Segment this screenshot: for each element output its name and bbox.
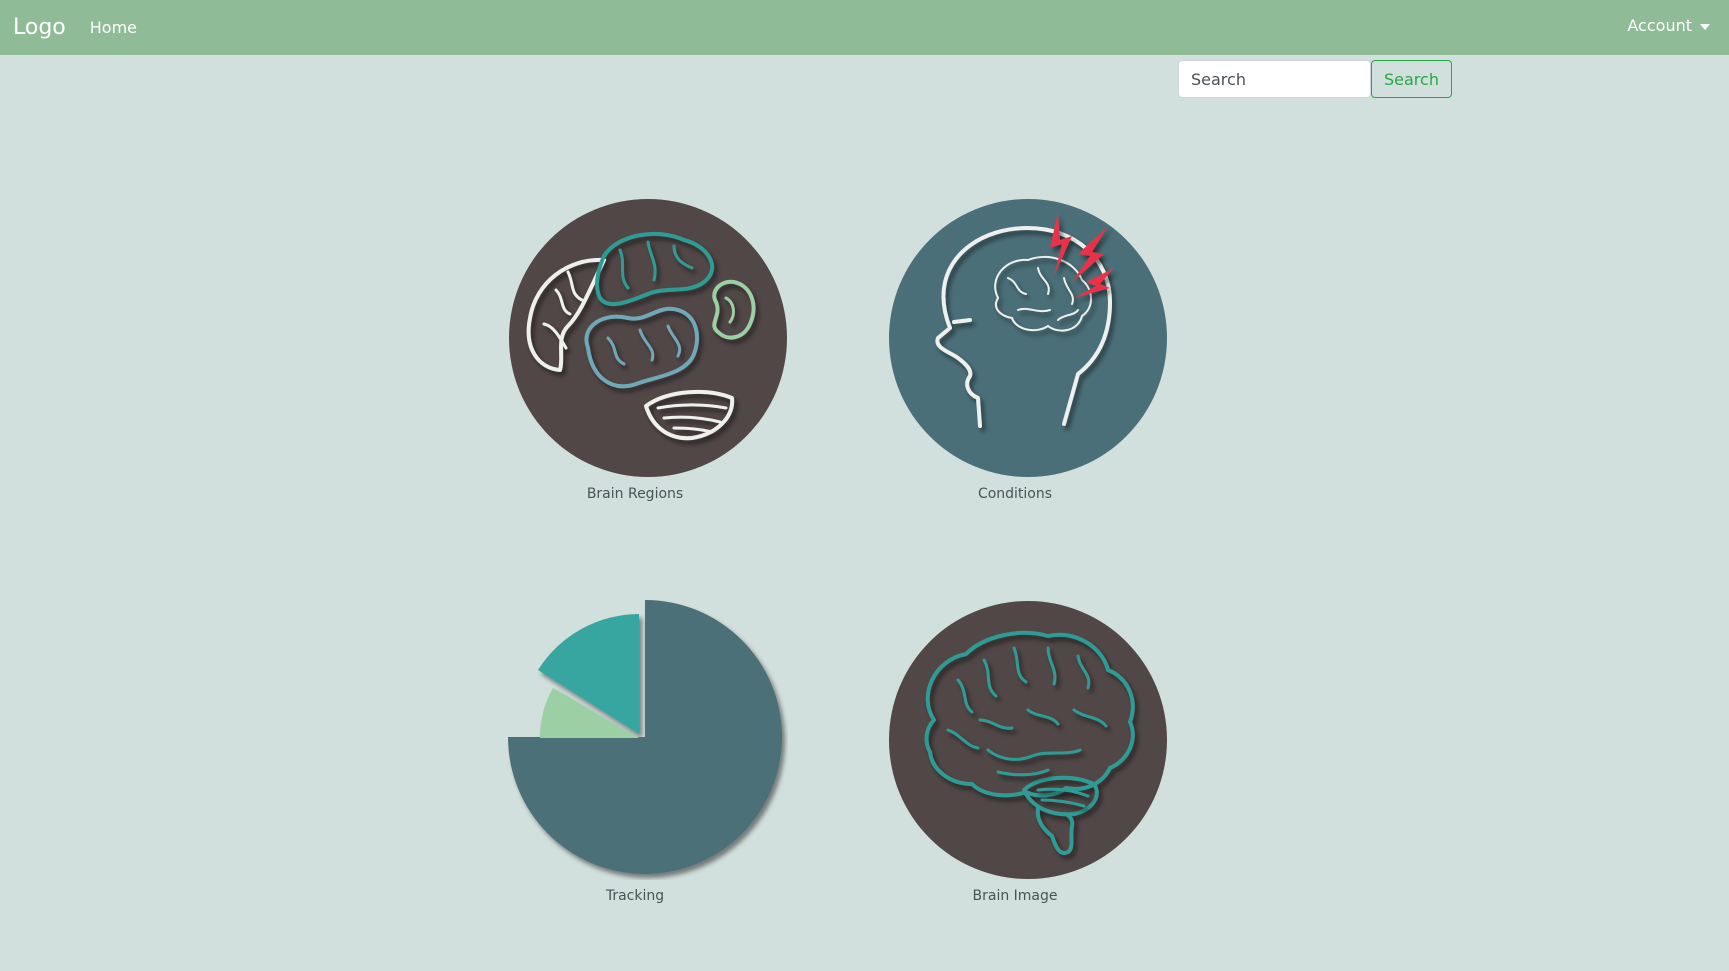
- pie-chart-icon: [508, 600, 782, 874]
- brain-icon: [889, 601, 1167, 879]
- search-button[interactable]: Search: [1371, 60, 1452, 98]
- tile-conditions[interactable]: Conditions: [888, 198, 1168, 502]
- tile-label: Tracking: [605, 888, 665, 904]
- brain-regions-icon: [509, 199, 787, 477]
- head-lightning-icon: [889, 199, 1167, 477]
- brand-logo[interactable]: Logo: [13, 15, 66, 40]
- navbar: Logo Home Account: [0, 0, 1729, 55]
- tile-label: Brain Regions: [586, 486, 684, 502]
- caret-down-icon: [1700, 23, 1710, 30]
- tile-label: Conditions: [977, 486, 1053, 502]
- nav-home-link[interactable]: Home: [90, 18, 137, 37]
- search-input[interactable]: [1178, 60, 1371, 98]
- tile-brain-regions[interactable]: Brain Regions: [508, 198, 788, 502]
- account-dropdown[interactable]: Account: [1627, 16, 1710, 35]
- tile-brain-image[interactable]: Brain Image: [888, 600, 1168, 904]
- tile-tracking[interactable]: Tracking: [508, 600, 788, 904]
- account-label: Account: [1627, 16, 1692, 35]
- tile-label: Brain Image: [972, 888, 1058, 904]
- search-form: Search: [1178, 60, 1452, 98]
